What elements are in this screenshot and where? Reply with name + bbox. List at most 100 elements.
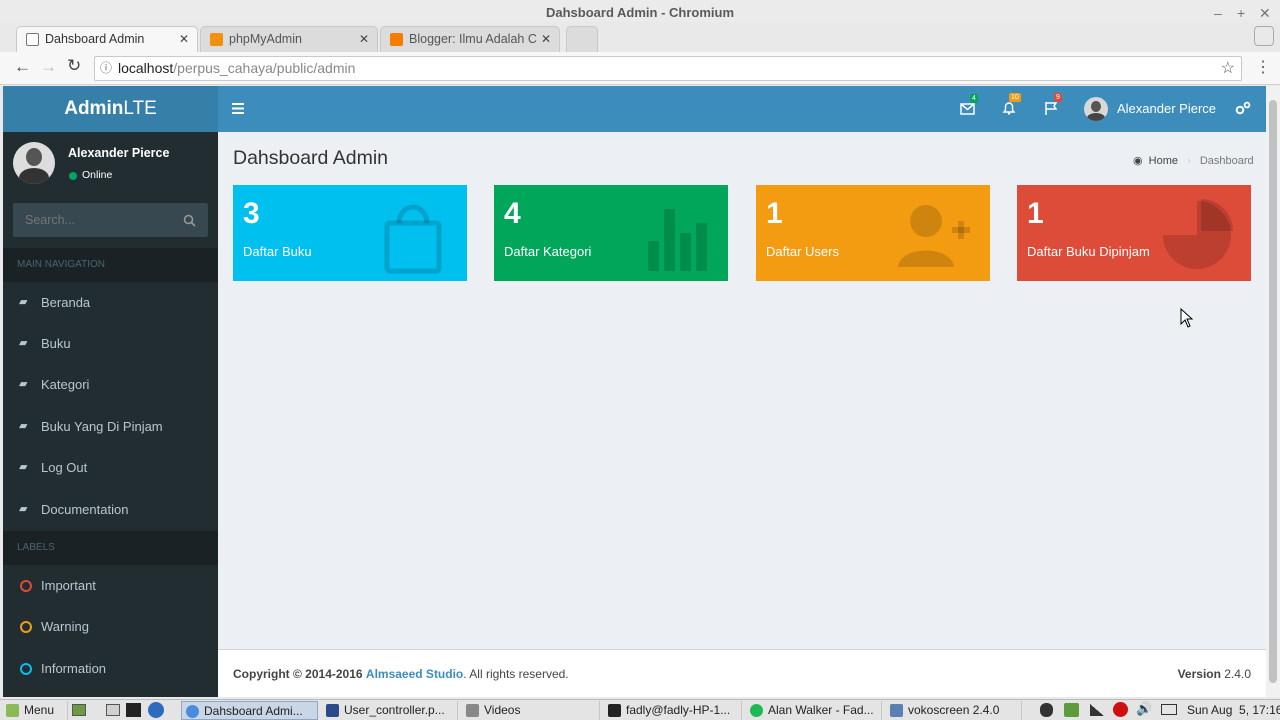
- sidebar-item-label: Documentation: [41, 502, 129, 517]
- update-manager-icon[interactable]: [1064, 703, 1079, 717]
- volume-icon[interactable]: 🔊: [1136, 701, 1152, 717]
- tab-close-icon[interactable]: ✕: [359, 27, 369, 51]
- info-box-daftar-buku[interactable]: 3 Daftar Buku: [233, 185, 467, 281]
- task-label: Dahsboard Admi...: [204, 704, 303, 718]
- sidebar-search-input[interactable]: [13, 203, 173, 237]
- notifications-button[interactable]: 10: [1002, 93, 1021, 115]
- sidebar-label-warning[interactable]: Warning: [3, 606, 218, 647]
- editor-icon: [326, 704, 339, 717]
- start-menu-button[interactable]: Menu: [2, 701, 68, 720]
- sidebar-item-beranda[interactable]: ▰ Beranda: [3, 282, 218, 323]
- terminal-icon: [608, 704, 621, 717]
- box-number: 4: [504, 197, 521, 230]
- info-box-daftar-buku-dipinjam[interactable]: 1 Daftar Buku Dipinjam: [1017, 185, 1251, 281]
- network-icon[interactable]: [1090, 704, 1104, 716]
- studio-link[interactable]: Almsaeed Studio: [366, 667, 463, 681]
- bookmark-star-icon[interactable]: ☆: [1221, 57, 1235, 80]
- task-label: Videos: [484, 703, 521, 717]
- copyright-text: Copyright © 2014-2016: [233, 667, 363, 681]
- sidebar-item-logout[interactable]: ▰ Log Out: [3, 447, 218, 488]
- box-label: Daftar Kategori: [504, 244, 592, 259]
- version-number: 2.4.0: [1224, 667, 1251, 681]
- tab-label: Blogger: Ilmu Adalah C: [409, 32, 537, 46]
- sidebar-item-kategori[interactable]: ▰ Kategori: [3, 364, 218, 405]
- user-avatar: [1084, 97, 1108, 121]
- sidebar-item-documentation[interactable]: ▰ Documentation: [3, 489, 218, 530]
- gears-icon[interactable]: [1235, 101, 1251, 115]
- task-label: Alan Walker - Fad...: [768, 703, 874, 717]
- terminal-icon[interactable]: [126, 703, 141, 717]
- browser-menu-icon[interactable]: ⋮: [1255, 57, 1271, 77]
- tab-close-icon[interactable]: ✕: [179, 27, 189, 51]
- sidebar-label-important[interactable]: Important: [3, 565, 218, 606]
- tasks-button[interactable]: 9: [1044, 93, 1062, 115]
- tab-blogger[interactable]: Blogger: Ilmu Adalah C ✕: [380, 26, 560, 52]
- task-videos-folder[interactable]: Videos: [462, 701, 600, 720]
- search-icon[interactable]: [183, 214, 196, 227]
- book-icon: ▰: [19, 461, 28, 473]
- record-icon[interactable]: [1113, 702, 1128, 717]
- notifications-badge: 10: [1009, 93, 1021, 102]
- breadcrumb-current: Dashboard: [1199, 155, 1254, 167]
- info-box-daftar-users[interactable]: 1 Daftar Users: [756, 185, 990, 281]
- breadcrumb: ◉ Home › Dashboard: [1133, 154, 1254, 167]
- info-box-daftar-kategori[interactable]: 4 Daftar Kategori: [494, 185, 728, 281]
- main-footer: Copyright © 2014-2016 Almsaeed Studio. A…: [218, 649, 1266, 697]
- menu-label: Menu: [24, 703, 55, 717]
- box-label: Daftar Buku: [243, 244, 312, 259]
- user-menu[interactable]: Alexander Pierce: [1084, 97, 1224, 122]
- forward-icon[interactable]: →: [40, 57, 57, 77]
- profile-icon[interactable]: [1254, 26, 1274, 46]
- book-icon: ▰: [19, 503, 28, 515]
- sidebar-user-name: Alexander Pierce: [68, 146, 170, 160]
- chromium-icon: [186, 705, 199, 718]
- show-desktop-icon[interactable]: [72, 704, 86, 716]
- sidebar-label-text: Warning: [41, 619, 89, 634]
- box-number: 1: [766, 197, 783, 230]
- task-vokoscreen[interactable]: vokoscreen 2.4.0: [886, 701, 1022, 720]
- clock[interactable]: Sun Aug 5, 17:16: [1187, 703, 1280, 717]
- task-editor[interactable]: User_controller.p...: [322, 701, 458, 720]
- version-label: Version: [1177, 667, 1221, 681]
- tab-close-icon[interactable]: ✕: [541, 27, 551, 51]
- address-bar-row: ← → ↻ ⓘ localhost/perpus_cahaya/public/a…: [0, 52, 1280, 85]
- box-number: 3: [243, 197, 260, 230]
- navbar-user-name: Alexander Pierce: [1117, 101, 1216, 116]
- sidebar-item-label: Buku Yang Di Pinjam: [41, 419, 163, 434]
- battery-icon[interactable]: [1161, 704, 1177, 715]
- task-chromium[interactable]: Dahsboard Admi...: [181, 701, 318, 720]
- envelope-icon: [960, 103, 975, 115]
- main-sidebar: Alexander Pierce Online MAIN NAVIGATION …: [3, 132, 218, 697]
- sidebar-search: [13, 203, 208, 237]
- online-status-dot: [69, 172, 77, 180]
- bluetooth-icon[interactable]: [1040, 703, 1053, 717]
- file-manager-icon[interactable]: [106, 704, 120, 716]
- task-terminal[interactable]: fadly@fadly-HP-1...: [604, 701, 742, 720]
- tab-dashboard-admin[interactable]: Dahsboard Admin ✕: [16, 26, 198, 52]
- top-navbar: 4 10 9 Alexander Pierce: [218, 86, 1266, 132]
- desktop-taskbar: Menu Dahsboard Admi... User_controller.p…: [0, 699, 1280, 720]
- page-scrollbar[interactable]: [1266, 86, 1280, 697]
- url-path: /perpus_cahaya/public/admin: [173, 60, 356, 76]
- reload-icon[interactable]: ↻: [67, 56, 81, 76]
- new-tab-button[interactable]: [566, 26, 598, 52]
- sidebar-item-buku-dipinjam[interactable]: ▰ Buku Yang Di Pinjam: [3, 406, 218, 447]
- book-icon: ▰: [19, 420, 28, 432]
- main-navigation-header: MAIN NAVIGATION: [3, 248, 218, 282]
- messages-badge: 4: [970, 94, 978, 103]
- breadcrumb-home[interactable]: Home: [1149, 155, 1178, 167]
- folder-icon: [466, 704, 479, 717]
- firefox-icon[interactable]: [148, 702, 164, 718]
- sidebar-toggle-icon[interactable]: [232, 103, 244, 114]
- tasks-badge: 9: [1054, 93, 1062, 102]
- sidebar-item-buku[interactable]: ▰ Buku: [3, 323, 218, 364]
- url-input[interactable]: ⓘ localhost/perpus_cahaya/public/admin ☆: [94, 56, 1242, 81]
- messages-button[interactable]: 4: [960, 94, 978, 115]
- tab-phpmyadmin[interactable]: phpMyAdmin ✕: [200, 26, 378, 52]
- back-icon[interactable]: ←: [14, 57, 31, 77]
- sidebar-label-information[interactable]: Information: [3, 648, 218, 689]
- window-title: Dahsboard Admin - Chromium: [545, 5, 735, 20]
- app-logo[interactable]: AdminLTE: [3, 86, 218, 132]
- task-spotify[interactable]: Alan Walker - Fad...: [746, 701, 882, 720]
- circle-icon: [20, 663, 32, 675]
